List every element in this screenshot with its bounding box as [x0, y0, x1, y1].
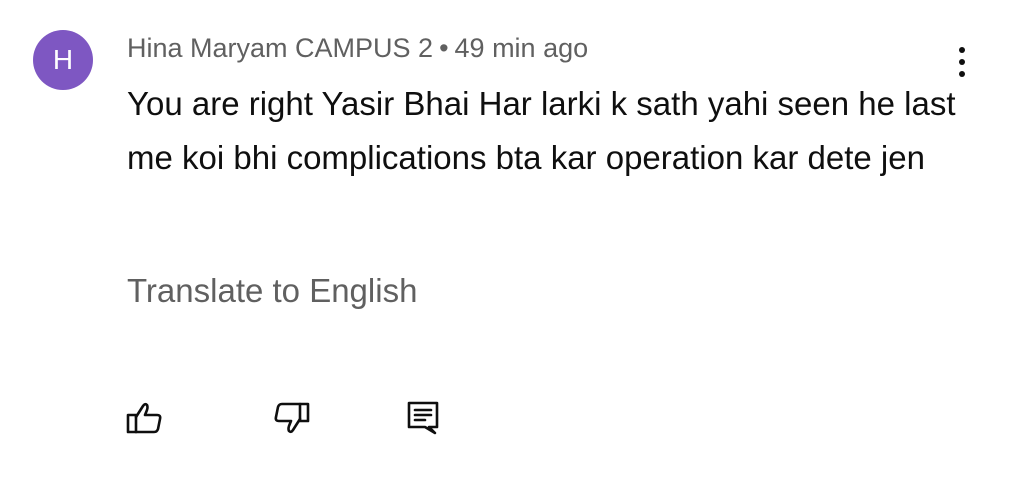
more-dot — [959, 47, 965, 53]
translate-button[interactable]: Translate to English — [127, 270, 417, 312]
more-dot — [959, 59, 965, 65]
avatar[interactable]: H — [33, 30, 93, 90]
dislike-button[interactable] — [271, 398, 311, 438]
reply-button[interactable] — [403, 398, 443, 438]
author-name[interactable]: Hina Maryam CAMPUS 2 — [127, 33, 433, 63]
comment-timestamp: 49 min ago — [454, 33, 589, 63]
more-dot — [959, 71, 965, 77]
separator-dot: • — [439, 33, 449, 63]
thumbs-up-icon — [126, 402, 162, 434]
thumbs-down-icon — [274, 402, 310, 434]
comment-text: You are right Yasir Bhai Har larki k sat… — [127, 85, 956, 176]
reply-comment-icon — [407, 401, 439, 435]
comment-item: H Hina Maryam CAMPUS 2 • 49 min ago You ar… — [0, 0, 1024, 484]
comment-header: Hina Maryam CAMPUS 2 • 49 min ago — [127, 31, 588, 65]
like-button[interactable] — [125, 398, 165, 438]
